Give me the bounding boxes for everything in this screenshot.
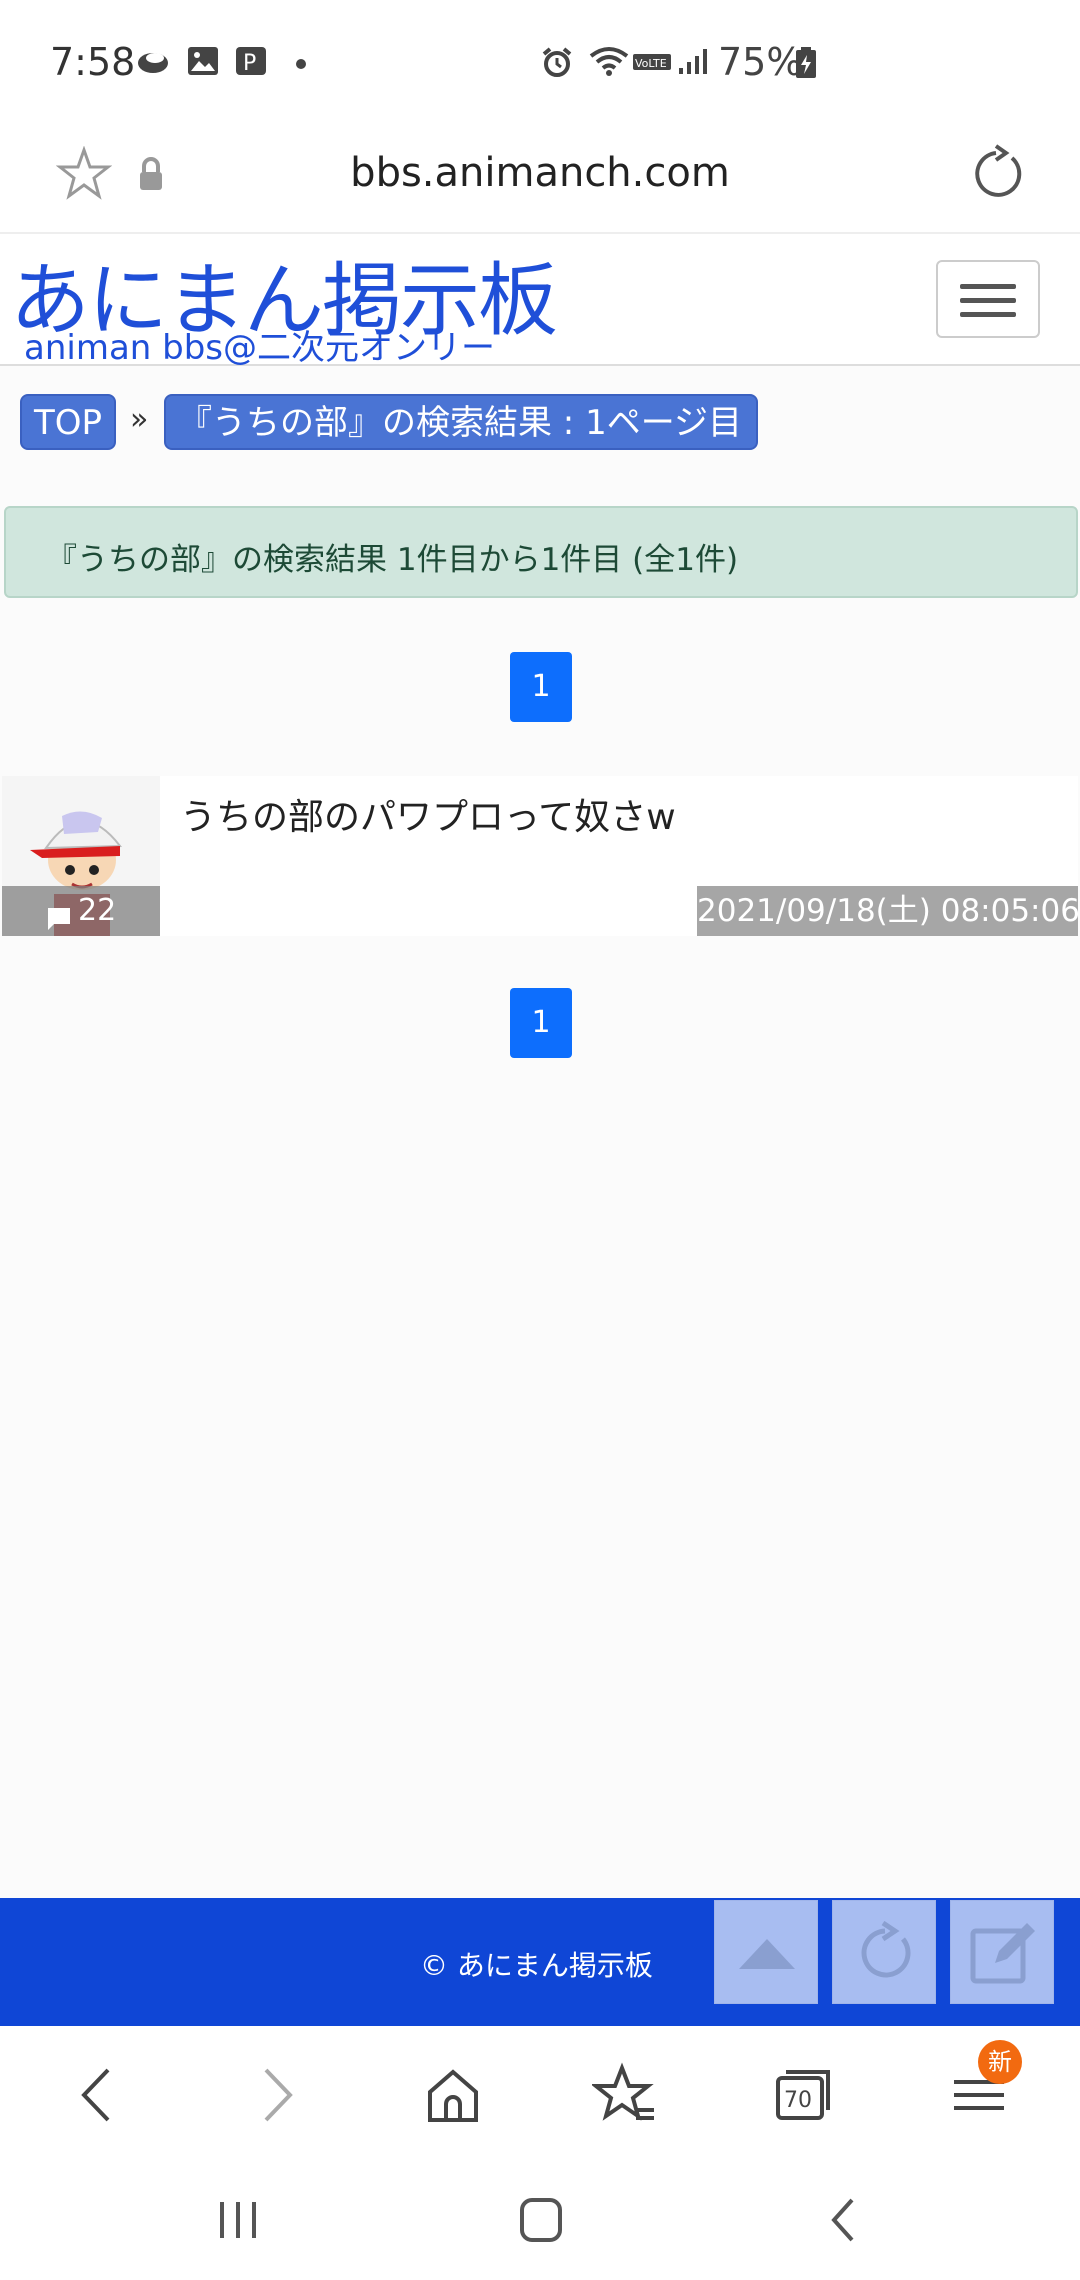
pagination-page-1-bottom[interactable]: 1 — [510, 988, 572, 1058]
menu-badge: 新 — [978, 2040, 1022, 2084]
site-footer: © あにまん掲示板 — [0, 1898, 1080, 2026]
system-back-icon[interactable] — [820, 2196, 870, 2248]
arrow-up-icon — [735, 1931, 799, 1979]
edit-icon — [967, 1915, 1039, 1991]
thread-thumbnail[interactable]: 22 — [2, 776, 160, 936]
status-bar: 7:58 P VoLTE 75% — [0, 0, 1080, 120]
reload-icon[interactable] — [966, 144, 1026, 208]
svg-text:P: P — [243, 51, 256, 76]
dot-icon — [284, 46, 318, 76]
hamburger-menu-button[interactable] — [936, 260, 1040, 338]
battery-percent: 75% — [718, 40, 803, 84]
breadcrumb-separator: » — [130, 402, 149, 437]
main-content: TOP » 『うちの部』の検索結果 : 1ページ目 『うちの部』の検索結果 1件… — [0, 366, 1080, 1898]
status-time: 7:58 — [50, 40, 136, 84]
svg-text:VoLTE: VoLTE — [635, 57, 667, 70]
thread-row[interactable]: 22 うちの部のパワプロって奴さw 2021/09/18(土) 08:05:06 — [2, 776, 1078, 936]
back-icon[interactable] — [64, 2060, 134, 2130]
reload-page-button[interactable] — [832, 1900, 936, 2004]
volte-icon: VoLTE — [632, 46, 672, 76]
recent-apps-icon[interactable] — [214, 2198, 264, 2246]
browser-toolbar: 70 新 — [0, 2026, 1080, 2156]
browser-address-bar: bbs.animanch.com — [0, 120, 1080, 234]
url-text[interactable]: bbs.animanch.com — [0, 150, 1080, 196]
p-icon: P — [234, 46, 268, 76]
thread-title[interactable]: うちの部のパワプロって奴さw — [180, 788, 676, 840]
tabs-icon[interactable]: 70 — [768, 2060, 838, 2130]
hamburger-icon-bar — [960, 312, 1016, 317]
tab-count: 70 — [784, 2088, 812, 2113]
alarm-icon — [540, 46, 574, 77]
home-button-icon[interactable] — [516, 2196, 566, 2248]
thread-date: 2021/09/18(土) 08:05:06 — [697, 886, 1078, 936]
scroll-top-button[interactable] — [714, 1900, 818, 2004]
breadcrumb-current[interactable]: 『うちの部』の検索結果 : 1ページ目 — [164, 394, 758, 450]
comment-count: 22 — [2, 886, 160, 936]
menu-icon[interactable]: 新 — [944, 2040, 1022, 2130]
forward-icon[interactable] — [240, 2060, 310, 2130]
bookmarks-icon[interactable] — [590, 2060, 662, 2130]
breadcrumb-top[interactable]: TOP — [20, 394, 117, 450]
refresh-icon — [853, 1920, 917, 1989]
battery-charging-icon — [794, 46, 818, 78]
hamburger-icon — [960, 284, 1016, 289]
search-result-alert: 『うちの部』の検索結果 1件目から1件目 (全1件) — [4, 506, 1078, 598]
signal-icon — [676, 46, 710, 76]
pagination-page-1-top[interactable]: 1 — [510, 652, 572, 722]
image-icon — [186, 46, 220, 76]
comment-count-value: 22 — [78, 893, 117, 928]
wifi-icon — [588, 46, 630, 76]
system-nav-bar — [0, 2156, 1080, 2280]
new-post-button[interactable] — [950, 1900, 1054, 2004]
hamburger-icon-bar — [960, 298, 1016, 303]
cloud-icon — [136, 46, 170, 76]
site-header: あにまん掲示板 animan bbs@二次元オンリー — [0, 234, 1080, 368]
copyright-text: © あにまん掲示板 — [420, 1949, 653, 1982]
search-result-summary: 『うちの部』の検索結果 1件目から1件目 (全1件) — [46, 542, 739, 578]
comment-icon — [46, 898, 72, 936]
site-logo-subtitle: animan bbs@二次元オンリー — [24, 328, 496, 368]
home-icon[interactable] — [418, 2060, 488, 2130]
